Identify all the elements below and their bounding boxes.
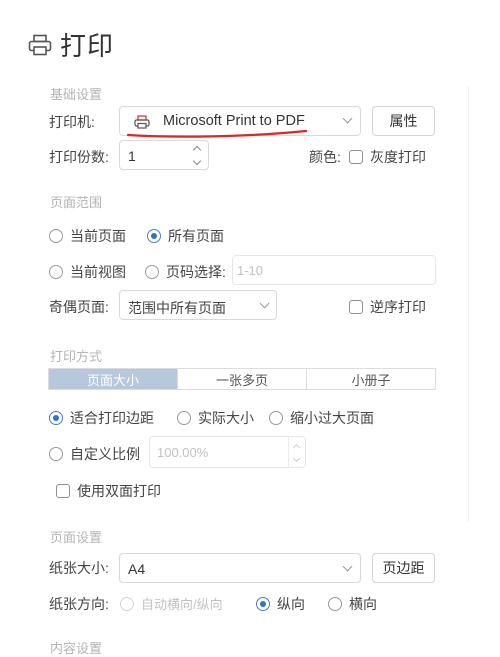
checkbox-icon bbox=[56, 484, 70, 498]
color-label: 颜色: bbox=[309, 149, 341, 165]
radio-selected-icon bbox=[49, 411, 63, 425]
radio-shrink-large-label: 缩小过大页面 bbox=[290, 410, 374, 426]
dialog-title: 打印 bbox=[28, 26, 114, 63]
copies-stepper[interactable]: 1 bbox=[119, 140, 209, 170]
page-range-placeholder: 1-10 bbox=[237, 263, 264, 278]
properties-button[interactable]: 属性 bbox=[372, 106, 435, 136]
red-annotation-underline bbox=[126, 129, 308, 138]
radio-landscape-label: 横向 bbox=[349, 596, 377, 612]
paper-size-select[interactable]: A4 bbox=[119, 553, 361, 583]
radio-shrink-large[interactable]: 缩小过大页面 bbox=[269, 408, 374, 428]
stepper-up-icon[interactable] bbox=[292, 443, 301, 452]
grayscale-text: 灰度打印 bbox=[370, 149, 426, 165]
radio-all-pages-label: 所有页面 bbox=[168, 228, 224, 244]
odd-even-value: 范围中所有页面 bbox=[128, 300, 226, 316]
custom-scale-value: 100.00% bbox=[157, 445, 209, 460]
radio-icon bbox=[328, 597, 342, 611]
radio-current-page[interactable]: 当前页面 bbox=[49, 226, 126, 246]
checkbox-icon bbox=[349, 150, 363, 164]
radio-icon bbox=[145, 265, 159, 279]
radio-icon bbox=[177, 411, 191, 425]
print-mode-tabs: 页面大小 一张多页 小册子 bbox=[48, 368, 436, 390]
radio-actual-size[interactable]: 实际大小 bbox=[177, 408, 254, 428]
tab-page-size[interactable]: 页面大小 bbox=[49, 369, 177, 389]
chevron-down-icon bbox=[342, 113, 353, 124]
radio-current-view[interactable]: 当前视图 bbox=[49, 262, 126, 282]
page-range-input[interactable]: 1-10 bbox=[232, 255, 436, 285]
radio-landscape[interactable]: 横向 bbox=[328, 594, 377, 614]
section-basic-title: 基础设置 bbox=[50, 87, 103, 102]
radio-actual-size-label: 实际大小 bbox=[198, 410, 254, 426]
margins-button[interactable]: 页边距 bbox=[372, 553, 435, 583]
duplex-text: 使用双面打印 bbox=[77, 483, 161, 499]
radio-selected-icon bbox=[256, 597, 270, 611]
radio-icon bbox=[49, 265, 63, 279]
radio-auto-orientation[interactable]: 自动横向/纵向 bbox=[120, 594, 223, 613]
chevron-down-icon bbox=[259, 298, 270, 309]
duplex-checkbox[interactable]: 使用双面打印 bbox=[56, 481, 161, 501]
radio-portrait-label: 纵向 bbox=[277, 596, 305, 612]
radio-current-view-label: 当前视图 bbox=[70, 264, 126, 280]
radio-icon bbox=[269, 411, 283, 425]
grayscale-checkbox[interactable]: 灰度打印 bbox=[349, 147, 426, 167]
paper-size-value: A4 bbox=[128, 561, 146, 577]
radio-selected-icon bbox=[147, 229, 161, 243]
radio-all-pages[interactable]: 所有页面 bbox=[147, 226, 224, 246]
reverse-print-checkbox[interactable]: 逆序打印 bbox=[349, 297, 426, 317]
tab-multi-page[interactable]: 一张多页 bbox=[177, 369, 306, 389]
radio-custom-scale-label: 自定义比例 bbox=[70, 446, 140, 462]
radio-fit-margin-label: 适合打印边距 bbox=[70, 410, 154, 426]
radio-disabled-icon bbox=[120, 596, 134, 611]
orientation-label: 纸张方向: bbox=[49, 596, 109, 612]
custom-scale-input[interactable]: 100.00% bbox=[149, 436, 306, 468]
odd-even-select[interactable]: 范围中所有页面 bbox=[119, 290, 277, 320]
page-title: 打印 bbox=[60, 31, 115, 61]
stepper-divider bbox=[288, 437, 289, 467]
section-page-title: 页面设置 bbox=[50, 530, 103, 545]
checkbox-icon bbox=[349, 300, 363, 314]
radio-icon bbox=[49, 229, 63, 243]
radio-auto-orientation-label: 自动横向/纵向 bbox=[141, 597, 223, 612]
section-range-title: 页面范围 bbox=[50, 195, 103, 210]
printer-label: 打印机: bbox=[49, 114, 95, 130]
chevron-down-icon bbox=[342, 561, 353, 572]
stepper-up-icon[interactable] bbox=[192, 145, 202, 155]
copies-value: 1 bbox=[128, 148, 136, 164]
radio-page-select-label: 页码选择: bbox=[166, 264, 226, 280]
radio-icon bbox=[49, 447, 63, 461]
paper-size-label: 纸张大小: bbox=[49, 560, 109, 576]
odd-even-label: 奇偶页面: bbox=[49, 299, 109, 315]
printer-icon bbox=[28, 34, 52, 55]
tab-booklet[interactable]: 小册子 bbox=[306, 369, 435, 389]
stepper-down-icon[interactable] bbox=[192, 156, 202, 166]
section-mode-title: 打印方式 bbox=[50, 349, 103, 364]
radio-current-page-label: 当前页面 bbox=[70, 228, 126, 244]
radio-page-select[interactable]: 页码选择: bbox=[145, 262, 226, 282]
divider bbox=[468, 86, 469, 522]
radio-fit-margin[interactable]: 适合打印边距 bbox=[49, 408, 154, 428]
radio-portrait[interactable]: 纵向 bbox=[256, 594, 305, 614]
copies-label: 打印份数: bbox=[49, 149, 109, 165]
stepper-down-icon[interactable] bbox=[292, 454, 301, 463]
section-content-title: 内容设置 bbox=[50, 641, 103, 656]
reverse-print-text: 逆序打印 bbox=[370, 299, 426, 315]
radio-custom-scale[interactable]: 自定义比例 bbox=[49, 444, 140, 464]
